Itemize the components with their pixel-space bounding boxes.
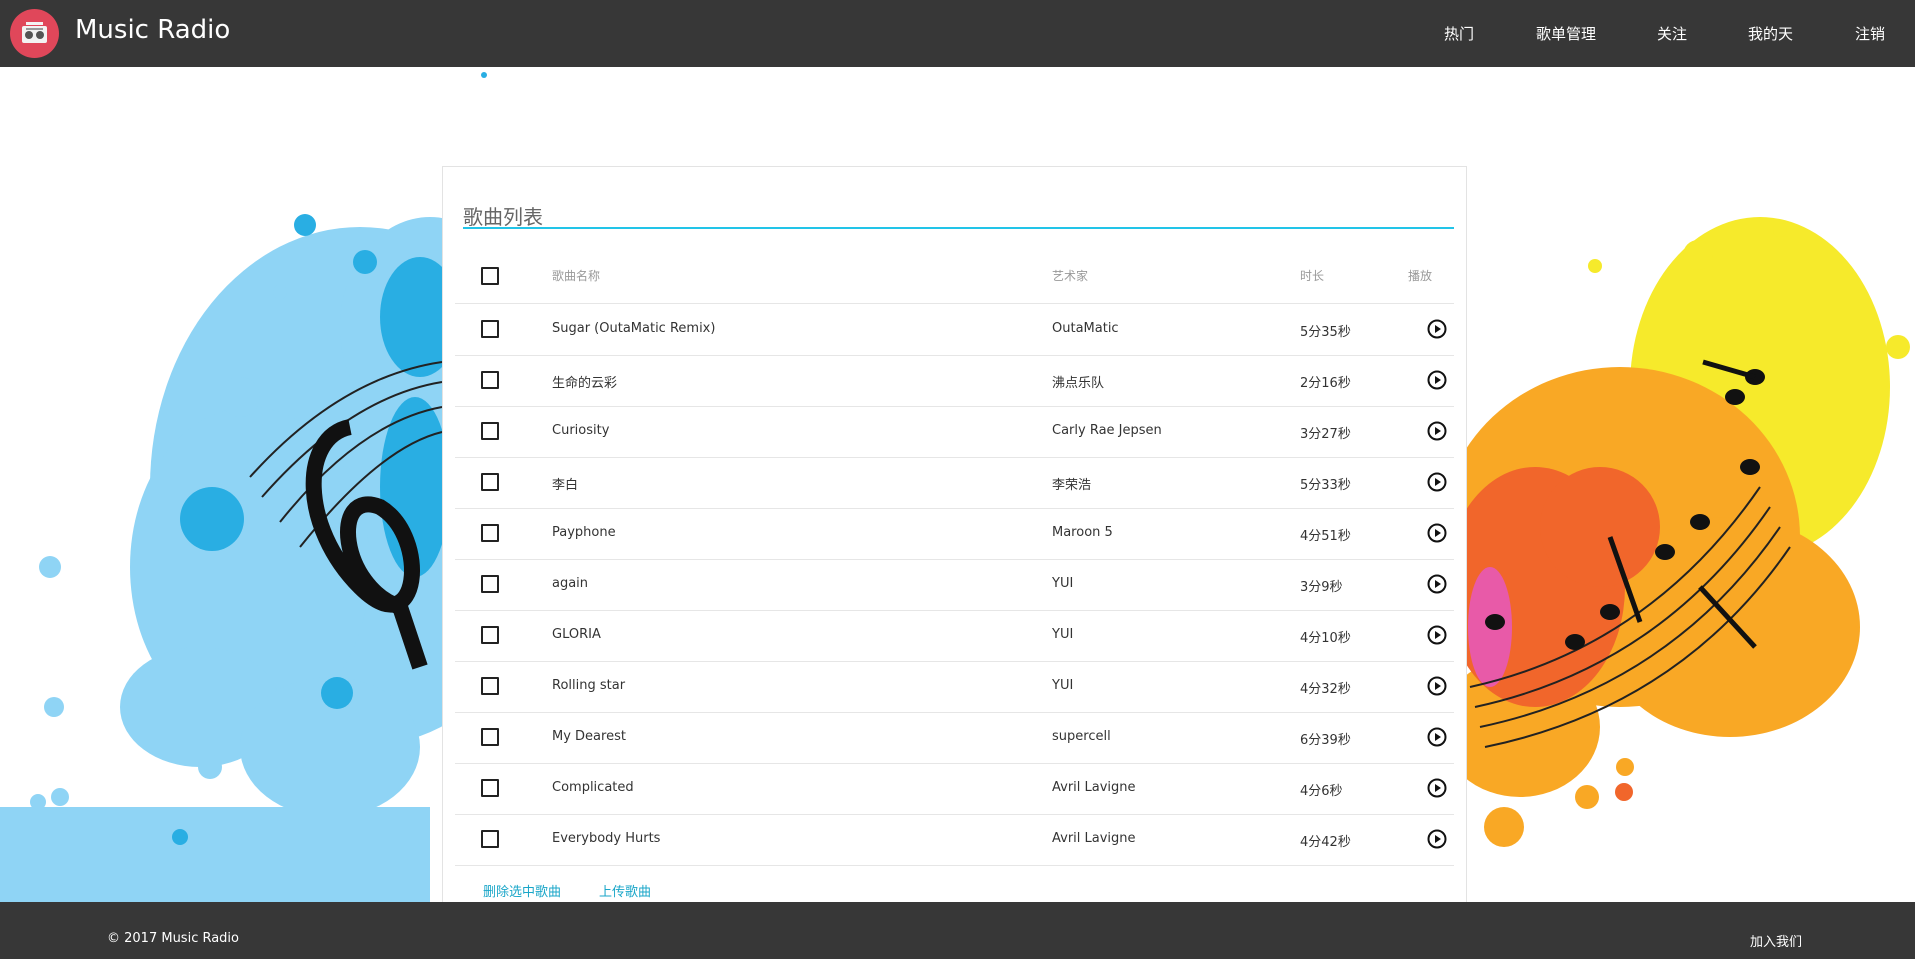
song-name: Payphone	[552, 525, 616, 540]
row-checkbox[interactable]	[481, 371, 499, 389]
song-artist: Maroon 5	[1052, 525, 1113, 540]
title-underline	[463, 227, 1454, 229]
song-duration: 5分35秒	[1300, 325, 1351, 340]
play-circle-icon[interactable]	[1427, 778, 1447, 798]
row-checkbox[interactable]	[481, 320, 499, 338]
play-circle-icon[interactable]	[1427, 523, 1447, 543]
song-duration: 4分6秒	[1300, 784, 1343, 799]
song-name: 生命的云彩	[552, 376, 618, 391]
header-artist: 艺术家	[1052, 269, 1089, 283]
table-row[interactable]: Curiosity Carly Rae Jepsen 3分27秒	[455, 406, 1454, 458]
table-row[interactable]: GLORIA YUI 4分10秒	[455, 610, 1454, 662]
radio-icon[interactable]	[10, 9, 59, 58]
row-checkbox[interactable]	[481, 830, 499, 848]
row-checkbox[interactable]	[481, 473, 499, 491]
nav-item-follow[interactable]: 关注	[1657, 23, 1687, 44]
play-circle-icon[interactable]	[1427, 574, 1447, 594]
join-us-link[interactable]: 加入我们	[1750, 931, 1802, 950]
nav-item-my-sky[interactable]: 我的天	[1748, 23, 1793, 44]
table-row[interactable]: 生命的云彩 沸点乐队 2分16秒	[455, 355, 1454, 407]
song-name: Complicated	[552, 780, 634, 795]
copyright-text: © 2017 Music Radio	[107, 931, 239, 946]
brand-title[interactable]: Music Radio	[75, 15, 230, 45]
nav-item-hot[interactable]: 热门	[1444, 23, 1474, 44]
song-duration: 5分33秒	[1300, 478, 1351, 493]
table-row[interactable]: Everybody Hurts Avril Lavigne 4分42秒	[455, 814, 1454, 866]
row-checkbox[interactable]	[481, 677, 499, 695]
row-checkbox[interactable]	[481, 524, 499, 542]
song-duration: 4分10秒	[1300, 631, 1351, 646]
play-circle-icon[interactable]	[1427, 370, 1447, 390]
song-artist: OutaMatic	[1052, 321, 1119, 336]
play-circle-icon[interactable]	[1427, 319, 1447, 339]
song-name: 李白	[552, 478, 579, 493]
song-duration: 3分27秒	[1300, 427, 1351, 442]
table-row[interactable]: again YUI 3分9秒	[455, 559, 1454, 611]
table-row[interactable]: My Dearest supercell 6分39秒	[455, 712, 1454, 764]
background-stage: 歌曲列表 歌曲名称 艺术家 时长 播放 Sugar (OutaMatic Rem…	[0, 67, 1915, 902]
song-duration: 4分42秒	[1300, 835, 1351, 850]
song-duration: 6分39秒	[1300, 733, 1351, 748]
song-artist: Avril Lavigne	[1052, 780, 1136, 795]
nav-item-playlist-manage[interactable]: 歌单管理	[1536, 23, 1596, 44]
song-artist: Carly Rae Jepsen	[1052, 423, 1162, 438]
play-circle-icon[interactable]	[1427, 676, 1447, 696]
play-circle-icon[interactable]	[1427, 625, 1447, 645]
song-artist: YUI	[1052, 576, 1074, 591]
song-name: My Dearest	[552, 729, 626, 744]
delete-selected-button[interactable]: 删除选中歌曲	[483, 881, 561, 900]
song-artist: YUI	[1052, 627, 1074, 642]
table-row[interactable]: Payphone Maroon 5 4分51秒	[455, 508, 1454, 560]
song-duration: 4分32秒	[1300, 682, 1351, 697]
play-circle-icon[interactable]	[1427, 829, 1447, 849]
play-circle-icon[interactable]	[1427, 472, 1447, 492]
song-duration: 2分16秒	[1300, 376, 1351, 391]
table-header: 歌曲名称 艺术家 时长 播放	[455, 247, 1454, 304]
song-name: Curiosity	[552, 423, 610, 438]
select-all-checkbox[interactable]	[481, 267, 499, 285]
footer: © 2017 Music Radio 加入我们	[0, 902, 1915, 959]
row-checkbox[interactable]	[481, 779, 499, 797]
table-row[interactable]: Sugar (OutaMatic Remix) OutaMatic 5分35秒	[455, 304, 1454, 356]
navbar: Music Radio 热门 歌单管理 关注 我的天 注销	[0, 0, 1915, 67]
nav-item-logout[interactable]: 注销	[1855, 23, 1885, 44]
song-name: GLORIA	[552, 627, 601, 642]
song-artist: 沸点乐队	[1052, 376, 1105, 391]
table-row[interactable]: Rolling star YUI 4分32秒	[455, 661, 1454, 713]
song-artist: Avril Lavigne	[1052, 831, 1136, 846]
song-artist: supercell	[1052, 729, 1111, 744]
header-play: 播放	[1408, 269, 1433, 283]
card-title: 歌曲列表	[463, 205, 543, 229]
row-checkbox[interactable]	[481, 575, 499, 593]
song-name: Rolling star	[552, 678, 626, 693]
song-list-card: 歌曲列表 歌曲名称 艺术家 时长 播放 Sugar (OutaMatic Rem…	[442, 166, 1467, 902]
upload-song-button[interactable]: 上传歌曲	[599, 881, 651, 900]
song-duration: 3分9秒	[1300, 580, 1343, 595]
header-duration: 时长	[1300, 269, 1325, 283]
song-duration: 4分51秒	[1300, 529, 1351, 544]
song-name: again	[552, 576, 589, 591]
song-artist: 李荣浩	[1052, 478, 1092, 493]
row-checkbox[interactable]	[481, 626, 499, 644]
table-row[interactable]: 李白 李荣浩 5分33秒	[455, 457, 1454, 509]
row-checkbox[interactable]	[481, 728, 499, 746]
header-song-name: 歌曲名称	[552, 269, 601, 283]
play-circle-icon[interactable]	[1427, 421, 1447, 441]
play-circle-icon[interactable]	[1427, 727, 1447, 747]
song-name: Sugar (OutaMatic Remix)	[552, 321, 716, 336]
table-row[interactable]: Complicated Avril Lavigne 4分6秒	[455, 763, 1454, 815]
song-name: Everybody Hurts	[552, 831, 661, 846]
row-checkbox[interactable]	[481, 422, 499, 440]
song-artist: YUI	[1052, 678, 1074, 693]
